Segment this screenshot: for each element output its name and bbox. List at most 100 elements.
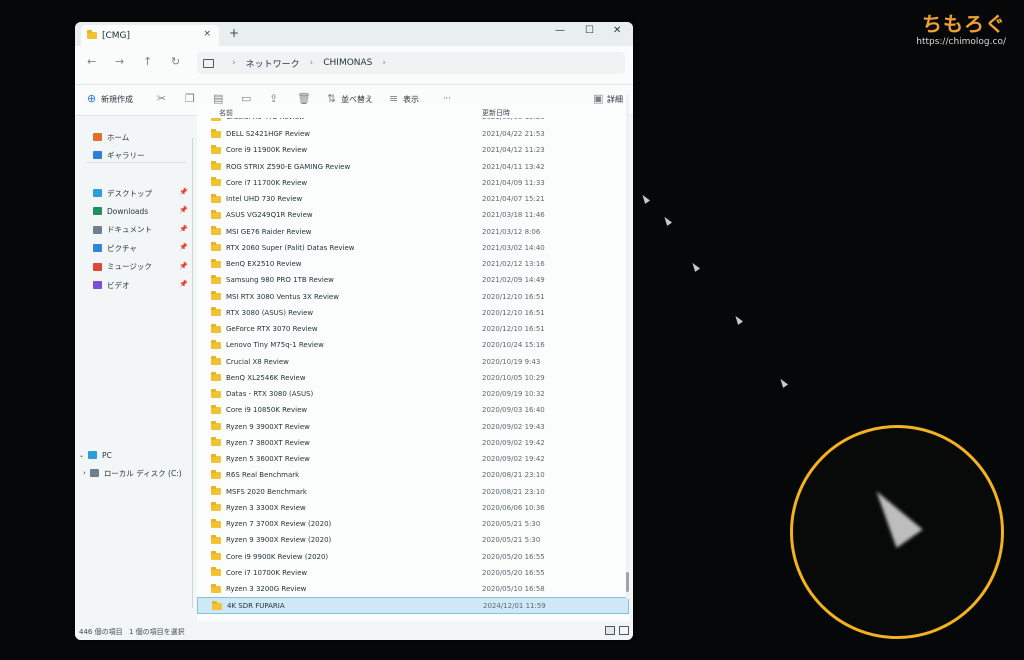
back-button[interactable]: ← bbox=[87, 55, 96, 68]
file-date: 2020/10/19 9:43 bbox=[482, 357, 541, 366]
breadcrumb-chimonas[interactable]: CHIMONAS bbox=[323, 58, 372, 68]
pin-icon[interactable]: 📌 bbox=[179, 262, 188, 270]
table-row[interactable]: R6S Real Benchmark2020/08/21 23:10ファイル フ… bbox=[197, 467, 629, 483]
table-row[interactable]: Samsung 980 PRO 1TB Review 2021/02/09 14:… bbox=[197, 272, 629, 288]
table-row[interactable]: BenQ XL2546K Review2020/10/05 10:29ファイル … bbox=[197, 370, 629, 386]
sidebar-item-local-disk[interactable]: › ローカル ディスク (C:) bbox=[83, 466, 182, 480]
table-row[interactable]: Core i9 10850K Review2020/09/03 16:40ファイ… bbox=[197, 402, 629, 418]
folder-icon bbox=[211, 323, 221, 333]
up-button[interactable]: ↑ bbox=[143, 55, 152, 68]
table-row[interactable]: MSI RTX 3080 Ventus 3X Review 2020/12/10 … bbox=[197, 289, 629, 305]
breadcrumb-network[interactable]: ネットワーク bbox=[246, 57, 300, 70]
sidebar-item-music[interactable]: ミュージック bbox=[93, 260, 152, 274]
copy-icon[interactable]: ❐ bbox=[185, 92, 195, 105]
folder-icon bbox=[211, 177, 221, 187]
file-date: 2020/08/21 23:10 bbox=[482, 487, 545, 496]
table-row[interactable]: DELL S2421HGF Review2021/04/22 21:53ファイル… bbox=[197, 126, 629, 142]
table-row[interactable]: Datas - RTX 3080 (ASUS)2020/09/19 10:32フ… bbox=[197, 386, 629, 402]
more-button[interactable]: ··· bbox=[443, 94, 451, 103]
sidebar-item-label: ピクチャ bbox=[107, 243, 137, 253]
chevron-right-icon[interactable]: › bbox=[83, 469, 86, 477]
tab-cmg[interactable]: [CMG] × bbox=[81, 25, 219, 46]
table-row[interactable]: BenQ EX2510 Review2021/02/12 13:16ファイル フ… bbox=[197, 256, 629, 272]
file-list-scrollbar[interactable] bbox=[626, 94, 629, 599]
address-bar[interactable]: › ネットワーク › CHIMONAS › bbox=[197, 52, 625, 74]
tiles-view-button[interactable] bbox=[619, 626, 629, 635]
table-row[interactable]: Ryzen 7 3700X Review (2020) 2020/05/21 5:… bbox=[197, 516, 629, 532]
file-date: 2020/09/19 10:32 bbox=[482, 390, 545, 398]
file-name: RTX 3080 (ASUS) Review bbox=[226, 308, 314, 317]
minimize-button[interactable]: — bbox=[555, 25, 565, 36]
scrollbar-thumb[interactable] bbox=[626, 572, 629, 592]
table-row[interactable]: MSI GE76 Raider Review2021/03/12 8:06ファイ… bbox=[197, 224, 629, 240]
table-row[interactable]: Lenovo Tiny M75q-1 Review 2020/10/24 15:1… bbox=[197, 337, 629, 353]
sidebar-item-video[interactable]: ビデオ bbox=[93, 278, 130, 292]
new-button[interactable]: 新規作成 bbox=[101, 94, 133, 105]
table-row[interactable]: GeForce RTX 3070 Review2020/12/10 16:51フ… bbox=[197, 321, 629, 337]
maximize-button[interactable]: ☐ bbox=[585, 25, 594, 36]
table-row[interactable]: Core i9 9900K Review (2020) 2020/05/20 16… bbox=[197, 549, 629, 565]
sidebar-item-download[interactable]: Downloads bbox=[93, 204, 148, 218]
table-row[interactable]: Ryzen 7 3800XT Review2020/09/02 19:42ファイ… bbox=[197, 435, 629, 451]
file-name-cell: Intel UHD 730 Review bbox=[211, 193, 302, 203]
sidebar-item-pc[interactable]: ⌄ PC bbox=[79, 448, 112, 462]
sidebar-item-pictures[interactable]: ピクチャ bbox=[93, 241, 137, 255]
table-row[interactable]: 4K SDR FUPARIA2024/12/01 11:59ファイル フォルダー bbox=[197, 597, 629, 614]
file-name-cell: Core i7 11700K Review bbox=[211, 177, 307, 187]
table-row[interactable]: RTX 2060 Super (Palit) Datas Review 2021/… bbox=[197, 240, 629, 256]
table-row[interactable]: Crucial X6 4TB Review2021/05/06 15:20ファイ… bbox=[197, 118, 629, 126]
sidebar-item-gallery[interactable]: ギャラリー bbox=[93, 148, 145, 162]
pin-icon[interactable]: 📌 bbox=[179, 243, 188, 251]
table-row[interactable]: Ryzen 3 3300X Review2020/06/06 10:36ファイル… bbox=[197, 500, 629, 516]
file-name: ASUS VG249Q1R Review bbox=[226, 211, 313, 220]
pin-icon[interactable]: 📌 bbox=[179, 225, 188, 233]
sidebar-item-desktop[interactable]: デスクトップ bbox=[93, 186, 152, 200]
mouse-cursor-icon bbox=[777, 377, 789, 388]
file-date: 2021/04/09 11:33 bbox=[482, 178, 545, 187]
table-row[interactable]: Core i9 11900K Review2021/04/12 11:23ファイ… bbox=[197, 142, 629, 158]
folder-icon bbox=[211, 274, 221, 284]
folder-icon bbox=[211, 291, 221, 300]
table-row[interactable]: Core i7 10700K Review2020/05/20 16:55ファイ… bbox=[197, 565, 629, 581]
table-row[interactable]: Core i7 11700K Review2021/04/09 11:33ファイ… bbox=[197, 175, 629, 191]
file-name: 4K SDR FUPARIA bbox=[227, 602, 285, 611]
folder-icon bbox=[211, 161, 221, 170]
folder-icon bbox=[211, 356, 221, 365]
new-icon: ⊕ bbox=[87, 92, 97, 105]
column-name[interactable]: 名前 bbox=[219, 108, 233, 118]
details-view-button[interactable] bbox=[605, 626, 615, 635]
file-date: 2021/04/11 13:42 bbox=[482, 162, 545, 171]
table-row[interactable]: Ryzen 3 3200G Review2020/05/10 16:58ファイル… bbox=[197, 581, 629, 597]
sidebar-scrollbar[interactable] bbox=[192, 138, 193, 608]
file-date: 2020/06/06 10:36 bbox=[482, 503, 545, 512]
table-row[interactable]: RTX 3080 (ASUS) Review2020/12/10 16:51ファ… bbox=[197, 305, 629, 321]
file-date: 2021/03/12 8:06 bbox=[482, 227, 541, 236]
file-name-cell: Ryzen 9 3900X Review (2020) bbox=[211, 534, 331, 544]
file-name-cell: BenQ EX2510 Review bbox=[211, 258, 302, 268]
tab-close-icon[interactable]: × bbox=[203, 29, 211, 39]
forward-button[interactable]: → bbox=[115, 55, 124, 68]
file-name: Ryzen 7 3800XT Review bbox=[226, 438, 310, 447]
pin-icon[interactable]: 📌 bbox=[179, 206, 188, 214]
table-row[interactable]: Ryzen 9 3900X Review (2020) 2020/05/21 5:… bbox=[197, 532, 629, 548]
column-date[interactable]: 更新日時 bbox=[482, 108, 510, 118]
table-row[interactable]: Crucial X8 Review2020/10/19 9:43ファイル フォル… bbox=[197, 354, 629, 370]
file-date: 2020/05/20 16:55 bbox=[482, 568, 545, 577]
new-tab-button[interactable]: + bbox=[229, 26, 239, 40]
chevron-down-icon[interactable]: ⌄ bbox=[79, 452, 84, 459]
sidebar-item-home[interactable]: ホーム bbox=[93, 130, 129, 144]
table-row[interactable]: Ryzen 9 3900XT Review2020/09/02 19:43ファイ… bbox=[197, 419, 629, 435]
close-window-button[interactable]: ✕ bbox=[613, 25, 621, 36]
sidebar-item-document[interactable]: ドキュメント bbox=[93, 223, 152, 237]
pin-icon[interactable]: 📌 bbox=[179, 188, 188, 196]
cut-icon[interactable]: ✂ bbox=[157, 92, 166, 105]
table-row[interactable]: Ryzen 5 3600XT Review2020/09/02 19:42ファイ… bbox=[197, 451, 629, 467]
table-row[interactable]: Intel UHD 730 Review2021/04/07 15:21ファイル… bbox=[197, 191, 629, 207]
table-row[interactable]: MSFS 2020 Benchmark2020/08/21 23:10ファイル … bbox=[197, 484, 629, 500]
file-name: Samsung 980 PRO 1TB Review bbox=[226, 276, 334, 285]
refresh-button[interactable]: ↻ bbox=[171, 55, 180, 68]
table-row[interactable]: ASUS VG249Q1R Review2021/03/18 11:46ファイル… bbox=[197, 207, 629, 223]
pin-icon[interactable]: 📌 bbox=[179, 280, 188, 288]
table-row[interactable]: ROG STRIX Z590-E GAMING Review 2021/04/11… bbox=[197, 159, 629, 175]
sidebar-divider bbox=[87, 162, 187, 163]
